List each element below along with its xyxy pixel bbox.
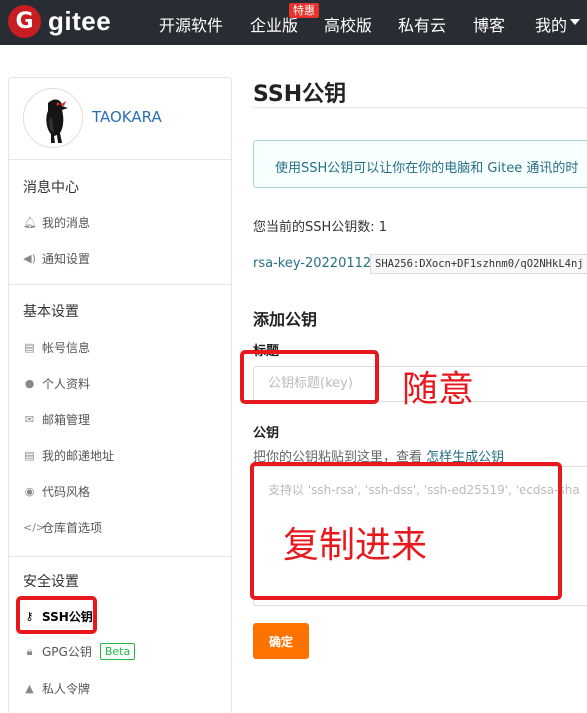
group-title-basic: 基本设置 [23, 304, 79, 320]
chevron-down-icon[interactable] [570, 19, 580, 25]
nav-education[interactable]: 高校版 [324, 12, 372, 36]
annotation-box-title [240, 350, 379, 404]
address-card-icon: ▤ [24, 449, 35, 462]
beta-badge: Beta [99, 643, 136, 660]
sidebar-item-private-tokens[interactable]: ▲ 私人令牌 [23, 680, 90, 697]
speaker-icon: ◀︎) [23, 252, 36, 265]
add-key-heading: 添加公钥 [253, 310, 318, 329]
sidebar-item-label: 帐号信息 [42, 341, 91, 355]
sidebar-item-repo-prefs[interactable]: </> 仓库首选项 [23, 519, 102, 536]
profile-card: TAOKARA [9, 78, 231, 160]
sidebar-item-email[interactable]: ✉ 邮箱管理 [23, 411, 90, 428]
gitee-logo-text: gitee [48, 6, 112, 36]
gitee-logo[interactable]: G gitee [8, 5, 111, 38]
sidebar-item-label: 通知设置 [42, 252, 91, 266]
sidebar-item-label: 私人令牌 [42, 682, 91, 696]
sidebar-item-address[interactable]: ▤ 我的邮递地址 [23, 447, 114, 464]
nav-blog[interactable]: 博客 [473, 12, 505, 36]
sidebar-item-gpg-keys[interactable]: 🔒︎ GPG公钥 Beta [23, 643, 136, 660]
annotation-box-ssh-menu [16, 596, 97, 634]
sidebar-item-label: 代码风格 [42, 485, 91, 499]
palette-icon: ◉ [24, 485, 35, 498]
key-field-label: 公钥 [253, 426, 280, 441]
key-count: 您当前的SSH公钥数: 1 [253, 220, 388, 235]
group-title-security: 安全设置 [23, 574, 79, 590]
promo-badge: 特惠 [289, 3, 319, 18]
page-title: SSH公钥 [253, 82, 347, 107]
sidebar-item-notification-settings[interactable]: ◀︎) 通知设置 [23, 250, 90, 267]
sidebar-item-label: 我的消息 [42, 216, 91, 230]
sidebar-item-label: 我的邮递地址 [42, 449, 115, 463]
info-message-text: 使用SSH公钥可以让你在你的电脑和 Gitee 通讯的时 [275, 161, 579, 176]
sidebar-item-label: 仓库首选项 [42, 521, 103, 535]
lock-icon: 🔒︎ [26, 644, 33, 658]
key-fingerprint: SHA256:DXocn+DF1szhnm0/qO2NHkL4nj [370, 254, 587, 274]
info-message: 使用SSH公钥可以让你在你的电脑和 Gitee 通讯的时 [253, 140, 587, 188]
group-title-messages: 消息中心 [23, 180, 79, 196]
annotation-text-key: 复制进来 [283, 525, 428, 566]
sidebar-item-label: 邮箱管理 [42, 413, 91, 427]
divider [253, 107, 587, 108]
sidebar-item-label: 个人资料 [42, 377, 91, 391]
divider [9, 556, 231, 557]
username[interactable]: TAOKARA [92, 108, 162, 126]
annotation-text-title: 随意 [402, 369, 475, 410]
top-nav-bar: G gitee 开源软件 企业版 特惠 高校版 私有云 博客 我的 [0, 0, 587, 45]
sidebar-item-account[interactable]: ▤ 帐号信息 [23, 339, 90, 356]
crow-avatar-icon [24, 89, 82, 147]
person-badge-icon: ▲ [25, 682, 34, 695]
sidebar-item-profile[interactable]: ● 个人资料 [23, 375, 90, 392]
nav-mine[interactable]: 我的 [535, 12, 567, 36]
gitee-logo-icon: G [8, 5, 41, 38]
sidebar-item-label: GPG公钥 [42, 645, 92, 659]
nav-open-source[interactable]: 开源软件 [159, 12, 223, 36]
sidebar-item-code-style[interactable]: ◉ 代码风格 [23, 483, 90, 500]
envelope-icon: ✉ [24, 413, 35, 426]
code-icon: </> [23, 521, 46, 534]
sidebar-item-my-messages[interactable]: 🔔︎ 我的消息 [23, 214, 90, 231]
divider [9, 284, 231, 285]
id-card-icon: ▤ [24, 341, 35, 354]
user-icon: ● [24, 377, 35, 390]
submit-button[interactable]: 确定 [253, 623, 309, 659]
nav-private-cloud[interactable]: 私有云 [398, 12, 446, 36]
existing-key-name[interactable]: rsa-key-20220112 [253, 256, 371, 271]
bell-icon: 🔔︎ [23, 216, 37, 229]
avatar[interactable] [23, 88, 83, 148]
